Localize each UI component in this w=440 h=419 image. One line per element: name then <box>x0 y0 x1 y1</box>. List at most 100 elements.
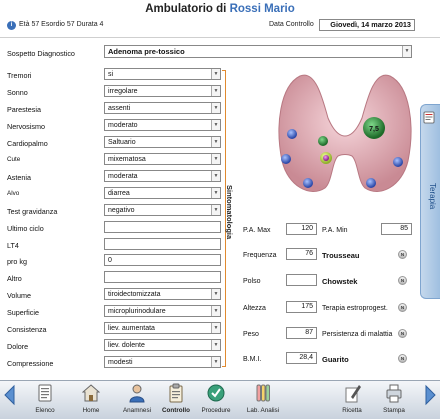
symptom-label: Cardiopalmo <box>7 139 48 148</box>
symptom-value: mixematosa <box>108 156 146 163</box>
toolbar-button-procedure[interactable]: Procedure <box>195 382 237 418</box>
symptom-select[interactable]: moderata ▼ <box>104 170 221 182</box>
toolbar-button-controllo[interactable]: Controllo <box>155 382 197 418</box>
symptom-select[interactable]: liev. aumentata ▼ <box>104 322 221 334</box>
next-arrow-icon[interactable] <box>424 384 438 406</box>
pa-min-label: P.A. Min <box>322 227 348 234</box>
symptom-select[interactable]: microplurinodulare ▼ <box>104 305 221 317</box>
toolbar-button-label: Controllo <box>162 407 190 414</box>
chowstek-label: Chowstek <box>322 277 358 286</box>
nodule-magenta[interactable] <box>323 155 329 161</box>
tab-terapia[interactable]: Terapia <box>420 104 440 299</box>
symptom-label: Cute <box>7 156 21 163</box>
symptom-label: Volume <box>7 291 31 300</box>
symptom-select[interactable]: diarrea ▼ <box>104 187 221 199</box>
chevron-down-icon[interactable]: ▼ <box>211 323 220 333</box>
symptom-select[interactable]: assenti ▼ <box>104 102 221 114</box>
chevron-down-icon[interactable]: ▼ <box>211 86 220 96</box>
nodule-blue-right-mid[interactable] <box>393 157 403 167</box>
symptom-select[interactable]: si ▼ <box>104 68 221 80</box>
toolbar-button-anamnesi[interactable]: Anamnesi <box>116 382 158 418</box>
chevron-down-icon[interactable]: ▼ <box>402 46 411 57</box>
chevron-down-icon[interactable]: ▼ <box>211 357 220 367</box>
persistenza-toggle[interactable]: N <box>398 329 407 338</box>
terapia-estro-toggle[interactable]: N <box>398 303 407 312</box>
toolbar-button-elenco[interactable]: Elenco <box>24 382 66 418</box>
symptom-select[interactable]: moderato ▼ <box>104 119 221 131</box>
chevron-down-icon[interactable]: ▼ <box>211 171 220 181</box>
chevron-down-icon[interactable]: ▼ <box>211 188 220 198</box>
altezza-field[interactable]: 175 <box>286 301 317 313</box>
toolbar-button-stampa[interactable]: Stampa <box>373 382 415 418</box>
symptom-value: assenti <box>108 105 131 112</box>
thyroid-diagram[interactable]: 7,5 <box>270 66 420 206</box>
procedure-icon <box>207 384 225 402</box>
previous-arrow-icon[interactable] <box>2 384 16 406</box>
toolbar-button-home[interactable]: Home <box>70 382 112 418</box>
nodule-blue-left-mid[interactable] <box>281 154 291 164</box>
trousseau-toggle[interactable]: N <box>398 250 407 259</box>
symptom-value: liev. aumentata <box>108 325 155 332</box>
symptom-select[interactable]: tiroidectomizzata ▼ <box>104 288 221 300</box>
symptom-label: Dolore <box>7 342 29 351</box>
symptom-label: LT4 <box>7 241 19 250</box>
nodule-large-label: 7,5 <box>369 126 379 133</box>
polso-label: Polso <box>243 278 261 285</box>
info-icon[interactable]: i <box>7 21 16 30</box>
diagnosis-label: Sospetto Diagnostico <box>7 49 75 58</box>
symptom-label: Superficie <box>7 308 39 317</box>
symptom-value: tiroidectomizzata <box>108 291 161 298</box>
chevron-down-icon[interactable]: ▼ <box>211 120 220 130</box>
chevron-down-icon[interactable]: ▼ <box>211 205 220 215</box>
toolbar-button-ricetta[interactable]: Ricetta <box>331 382 373 418</box>
symptom-label: Tremori <box>7 71 32 80</box>
symptom-input[interactable]: 0 <box>104 254 221 266</box>
symptom-input[interactable] <box>104 271 221 283</box>
chevron-down-icon[interactable]: ▼ <box>211 137 220 147</box>
peso-field[interactable]: 87 <box>286 327 317 339</box>
symptom-select[interactable]: irregolare ▼ <box>104 85 221 97</box>
bmi-label: B.M.I. <box>243 356 262 363</box>
nodule-blue-left-upper[interactable] <box>287 129 297 139</box>
chevron-down-icon[interactable]: ▼ <box>211 103 220 113</box>
date-label: Data Controllo <box>269 21 314 28</box>
chevron-down-icon[interactable]: ▼ <box>211 306 220 316</box>
home-icon <box>82 384 100 402</box>
trousseau-label: Trousseau <box>322 251 360 260</box>
symptom-input[interactable] <box>104 238 221 250</box>
symptom-label: Astenia <box>7 173 31 182</box>
symptom-select[interactable]: mixematosa ▼ <box>104 153 221 165</box>
toolbar-button-label: Anamnesi <box>122 407 151 414</box>
guarito-toggle[interactable]: N <box>398 354 407 363</box>
nodule-small-green[interactable] <box>318 136 328 146</box>
date-field[interactable]: Giovedì, 14 marzo 2013 <box>319 19 415 31</box>
diagnosis-select[interactable]: Adenoma pre-tossico ▼ <box>104 45 412 58</box>
terapia-estro-label: Terapia estroprogest. <box>322 305 388 312</box>
symptom-value: moderata <box>108 173 138 180</box>
chevron-down-icon[interactable]: ▼ <box>211 69 220 79</box>
nodule-blue-right-low[interactable] <box>366 178 376 188</box>
list-icon <box>38 384 52 402</box>
thyroid-lobes <box>278 74 412 193</box>
symptom-input[interactable] <box>104 221 221 233</box>
polso-field[interactable] <box>286 274 317 286</box>
symptom-select[interactable]: liev. dolente ▼ <box>104 339 221 351</box>
symptom-select[interactable]: negativo ▼ <box>104 204 221 216</box>
toolbar-button-label: Procedure <box>201 407 231 414</box>
chevron-down-icon[interactable]: ▼ <box>211 154 220 164</box>
frequenza-field[interactable]: 76 <box>286 248 317 260</box>
chevron-down-icon[interactable]: ▼ <box>211 289 220 299</box>
symptom-label: Consistenza <box>7 325 47 334</box>
symptom-label: Test gravidanza <box>7 207 58 216</box>
prescription-icon <box>423 111 435 124</box>
nodule-blue-left-low[interactable] <box>303 178 313 188</box>
chowstek-toggle[interactable]: N <box>398 276 407 285</box>
toolbar-button-lab-analisi[interactable]: Lab. Analisi <box>242 382 284 418</box>
symptom-select[interactable]: Saltuario ▼ <box>104 136 221 148</box>
pa-min-field[interactable]: 85 <box>381 223 412 235</box>
symptom-select[interactable]: modesti ▼ <box>104 356 221 368</box>
symptom-value: irregolare <box>108 88 138 95</box>
divider <box>0 37 440 38</box>
chevron-down-icon[interactable]: ▼ <box>211 340 220 350</box>
pa-max-field[interactable]: 120 <box>286 223 317 235</box>
